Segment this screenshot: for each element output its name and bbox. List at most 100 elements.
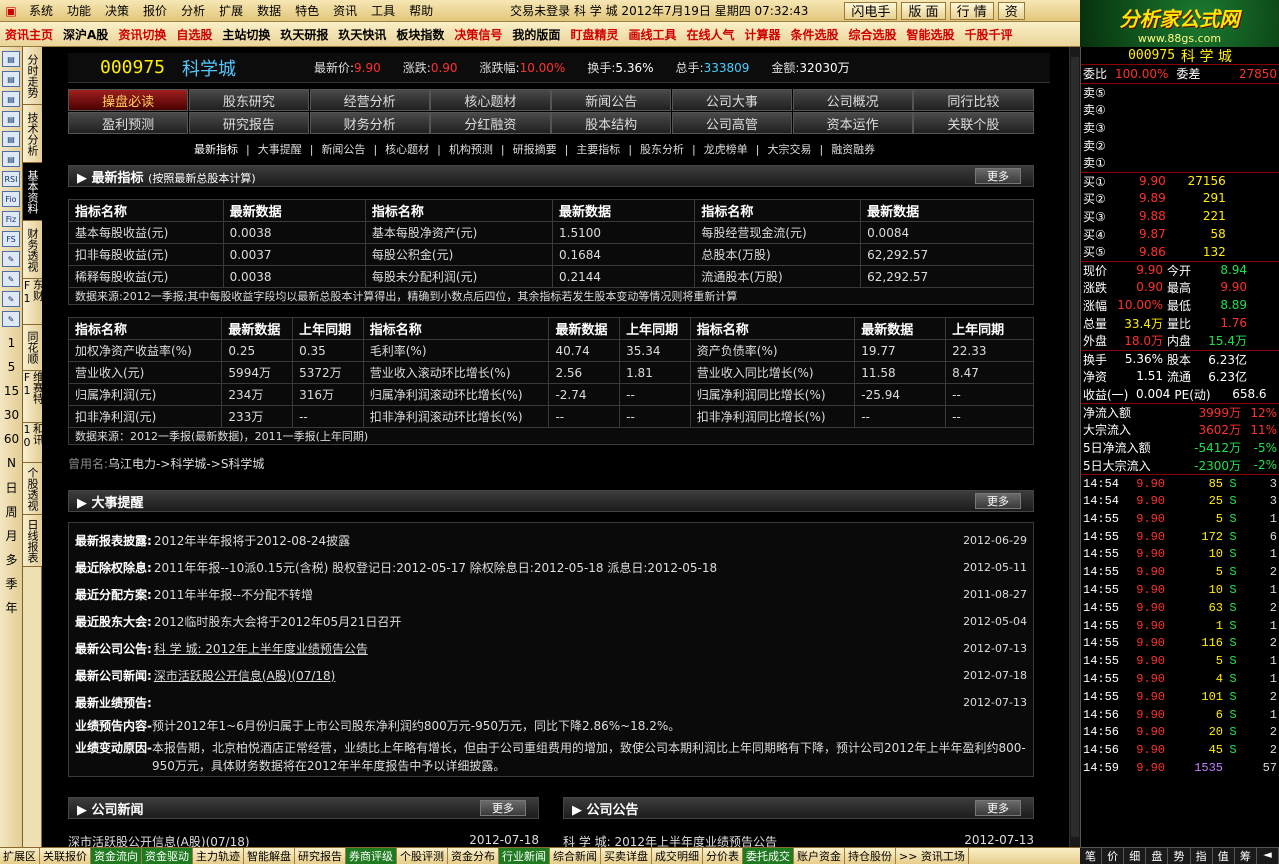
event-row[interactable]: 最新公司公告: 科 学 城: 2012年上半年度业绩预告公告 2012-07-13 [75, 635, 1027, 661]
toolbar-item-9[interactable]: 我的版面 [507, 26, 565, 43]
vtab-9[interactable]: 日线报表 [23, 515, 42, 567]
nav-tab-row2-6[interactable]: 资本运作 [792, 112, 913, 134]
tool-icon-1[interactable]: ▤ [2, 71, 20, 87]
toolbar-item-10[interactable]: 盯盘精灵 [565, 26, 623, 43]
period-2[interactable]: 15 [0, 379, 23, 403]
toolbar-item-12[interactable]: 在线人气 [681, 26, 739, 43]
nav-tab-row2-7[interactable]: 关联个股 [913, 112, 1034, 134]
nav-tab-row2-3[interactable]: 分红融资 [430, 112, 551, 134]
toolbar-item-17[interactable]: 千股千评 [960, 26, 1018, 43]
toolbar-item-14[interactable]: 条件选股 [786, 26, 844, 43]
period-1[interactable]: 5 [0, 355, 23, 379]
vtab-7[interactable]: 和讯10 [21, 423, 45, 463]
right-tab-5[interactable]: 指 [1190, 848, 1213, 864]
subnav-item-9[interactable]: 大宗交易 [767, 143, 811, 156]
subnav-item-10[interactable]: 融资融券 [831, 143, 875, 156]
statusbar-item-8[interactable]: 个股评测 [397, 848, 448, 864]
right-tab-6[interactable]: 值 [1212, 848, 1235, 864]
indicator-icon-2[interactable]: Fiz [2, 211, 20, 227]
statusbar-item-13[interactable]: 成交明细 [652, 848, 703, 864]
menu-item-10[interactable]: 帮助 [402, 2, 440, 19]
draw-tool-icon-2[interactable]: ✎ [2, 291, 20, 307]
right-tab-4[interactable]: 势 [1168, 848, 1191, 864]
statusbar-item-0[interactable]: 扩展区 [0, 848, 40, 864]
nav-tab-row1-0[interactable]: 操盘必读 [68, 89, 189, 111]
period-7[interactable]: 周 [0, 499, 23, 523]
scroll-thumb[interactable] [1071, 57, 1079, 837]
toolbar-item-8[interactable]: 决策信号 [449, 26, 507, 43]
main-scrollbar[interactable] [1069, 47, 1080, 847]
menu-item-5[interactable]: 扩展 [212, 2, 250, 19]
toolbar-item-0[interactable]: 资讯主页 [0, 26, 58, 43]
menu-item-2[interactable]: 决策 [98, 2, 136, 19]
statusbar-item-9[interactable]: 资金分布 [448, 848, 499, 864]
menu-item-6[interactable]: 数据 [250, 2, 288, 19]
draw-tool-icon-0[interactable]: ✎ [2, 251, 20, 267]
nav-tab-row1-2[interactable]: 经营分析 [309, 89, 430, 111]
events-more-button[interactable]: 更多 [975, 493, 1021, 509]
statusbar-item-6[interactable]: 研究报告 [295, 848, 346, 864]
period-11[interactable]: 年 [0, 595, 23, 619]
statusbar-item-15[interactable]: 委托成交 [743, 848, 794, 864]
menu-item-9[interactable]: 工具 [364, 2, 402, 19]
toolbar-item-3[interactable]: 自选股 [171, 26, 217, 43]
toolbar-item-16[interactable]: 智能选股 [902, 26, 960, 43]
menu-button-2[interactable]: 行 情 [949, 1, 994, 20]
subnav-item-5[interactable]: 研报摘要 [513, 143, 557, 156]
period-9[interactable]: 多 [0, 547, 23, 571]
tool-icon-5[interactable]: ▤ [2, 151, 20, 167]
menu-item-7[interactable]: 特色 [288, 2, 326, 19]
nav-tab-row2-0[interactable]: 盈利预测 [68, 112, 189, 134]
subnav-item-2[interactable]: 新闻公告 [321, 143, 365, 156]
statusbar-item-11[interactable]: 综合新闻 [550, 848, 601, 864]
subnav-item-4[interactable]: 机构预测 [449, 143, 493, 156]
news-more-button[interactable]: 更多 [480, 800, 526, 816]
vtab-1[interactable]: 技术分析 [23, 105, 42, 163]
nav-tab-row1-7[interactable]: 同行比较 [913, 89, 1034, 111]
vtab-5[interactable]: 同花顺 [23, 325, 42, 371]
statusbar-item-1[interactable]: 关联报价 [40, 848, 91, 864]
tool-icon-2[interactable]: ▤ [2, 91, 20, 107]
subnav-item-6[interactable]: 主要指标 [576, 143, 620, 156]
indicator-icon-1[interactable]: Fio [2, 191, 20, 207]
tool-icon-0[interactable]: ▤ [2, 51, 20, 67]
vtab-4[interactable]: 东财F1 [21, 279, 45, 325]
event-value[interactable]: 科 学 城: 2012年上半年度业绩预告公告 [154, 640, 368, 657]
draw-tool-icon-3[interactable]: ✎ [2, 311, 20, 327]
tool-icon-3[interactable]: ▤ [2, 111, 20, 127]
toolbar-item-6[interactable]: 玖天快讯 [333, 26, 391, 43]
statusbar-item-4[interactable]: 主力轨迹 [193, 848, 244, 864]
subnav-item-3[interactable]: 核心题材 [385, 143, 429, 156]
subnav-item-1[interactable]: 大事提醒 [258, 143, 302, 156]
menu-button-0[interactable]: 闪电手 [844, 1, 898, 20]
indicator-icon-0[interactable]: RSI [2, 171, 20, 187]
right-tab-8[interactable]: ◄ [1256, 848, 1279, 864]
nav-tab-row2-2[interactable]: 财务分析 [309, 112, 430, 134]
right-tab-7[interactable]: 筹 [1234, 848, 1257, 864]
statusbar-item-16[interactable]: 账户资金 [794, 848, 845, 864]
vtab-3[interactable]: 财务透视 [23, 221, 42, 279]
statusbar-item-5[interactable]: 智能解盘 [244, 848, 295, 864]
toolbar-item-2[interactable]: 资讯切换 [113, 26, 171, 43]
nav-tab-row1-3[interactable]: 核心题材 [430, 89, 551, 111]
event-row[interactable]: 最新公司新闻: 深市活跃股公开信息(A股)(07/18) 2012-07-18 [75, 662, 1027, 688]
statusbar-item-10[interactable]: 行业新闻 [499, 848, 550, 864]
vtab-0[interactable]: 分时走势 [23, 47, 42, 105]
statusbar-item-3[interactable]: 资金驱动 [142, 848, 193, 864]
menu-button-3[interactable]: 资 [997, 1, 1025, 20]
statusbar-item-7[interactable]: 券商评级 [346, 848, 397, 864]
period-0[interactable]: 1 [0, 331, 23, 355]
vtab-8[interactable]: 个股透视 [23, 463, 42, 515]
menu-item-3[interactable]: 报价 [136, 2, 174, 19]
toolbar-item-7[interactable]: 板块指数 [391, 26, 449, 43]
right-tab-1[interactable]: 价 [1102, 848, 1125, 864]
period-6[interactable]: 日 [0, 475, 23, 499]
right-tab-0[interactable]: 笔 [1080, 848, 1103, 864]
subnav-item-0[interactable]: 最新指标 [194, 143, 238, 156]
statusbar-item-12[interactable]: 买卖详盘 [601, 848, 652, 864]
menu-item-8[interactable]: 资讯 [326, 2, 364, 19]
nav-tab-row2-5[interactable]: 公司高管 [671, 112, 792, 134]
nav-tab-row1-6[interactable]: 公司概况 [792, 89, 913, 111]
menu-item-1[interactable]: 功能 [60, 2, 98, 19]
vtab-2[interactable]: 基本资料 [23, 163, 42, 221]
